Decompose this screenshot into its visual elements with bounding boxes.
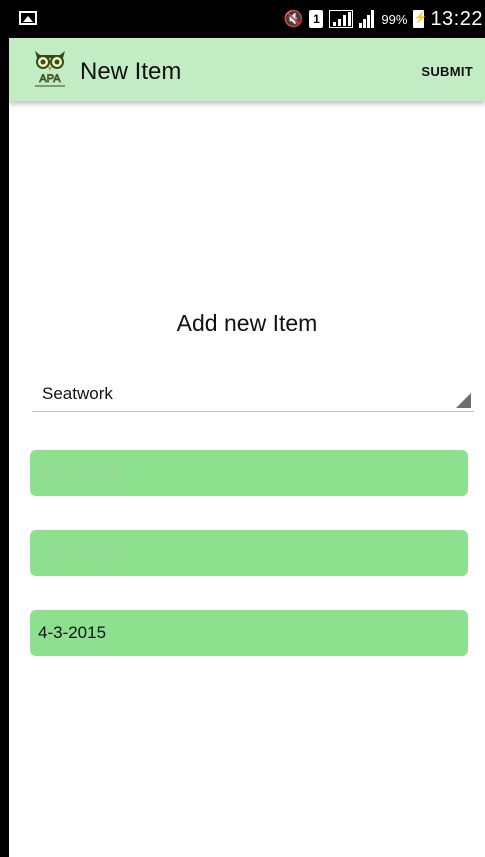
total-score-input[interactable] (30, 530, 468, 576)
phone-screen: 🔇 1 99% 13:22 APA (9, 0, 485, 857)
raw-score-input[interactable] (30, 450, 468, 496)
status-bar: 🔇 1 99% 13:22 (9, 0, 485, 38)
dropdown-arrow-icon (456, 393, 471, 408)
date-input[interactable] (30, 610, 468, 656)
owl-logo: APA (35, 51, 65, 87)
category-selected-value: Seatwork (42, 384, 113, 403)
form-heading: Add new Item (176, 310, 318, 336)
submit-button[interactable]: SUBMIT (421, 64, 473, 79)
battery-percent: 99% (381, 11, 408, 27)
mute-icon: 🔇 (283, 11, 304, 28)
logo-text: APA (39, 73, 61, 85)
battery-charging-icon (413, 10, 427, 28)
category-dropdown[interactable]: Seatwork (32, 380, 474, 412)
signal-icon (359, 10, 375, 28)
page-title: New Item (80, 58, 182, 85)
sim-icon: 1 (309, 10, 324, 28)
gallery-icon (19, 11, 37, 25)
signal-icon (329, 10, 354, 28)
clock: 13:22 (430, 7, 483, 30)
status-icons: 🔇 1 99% 13:22 (283, 0, 483, 38)
